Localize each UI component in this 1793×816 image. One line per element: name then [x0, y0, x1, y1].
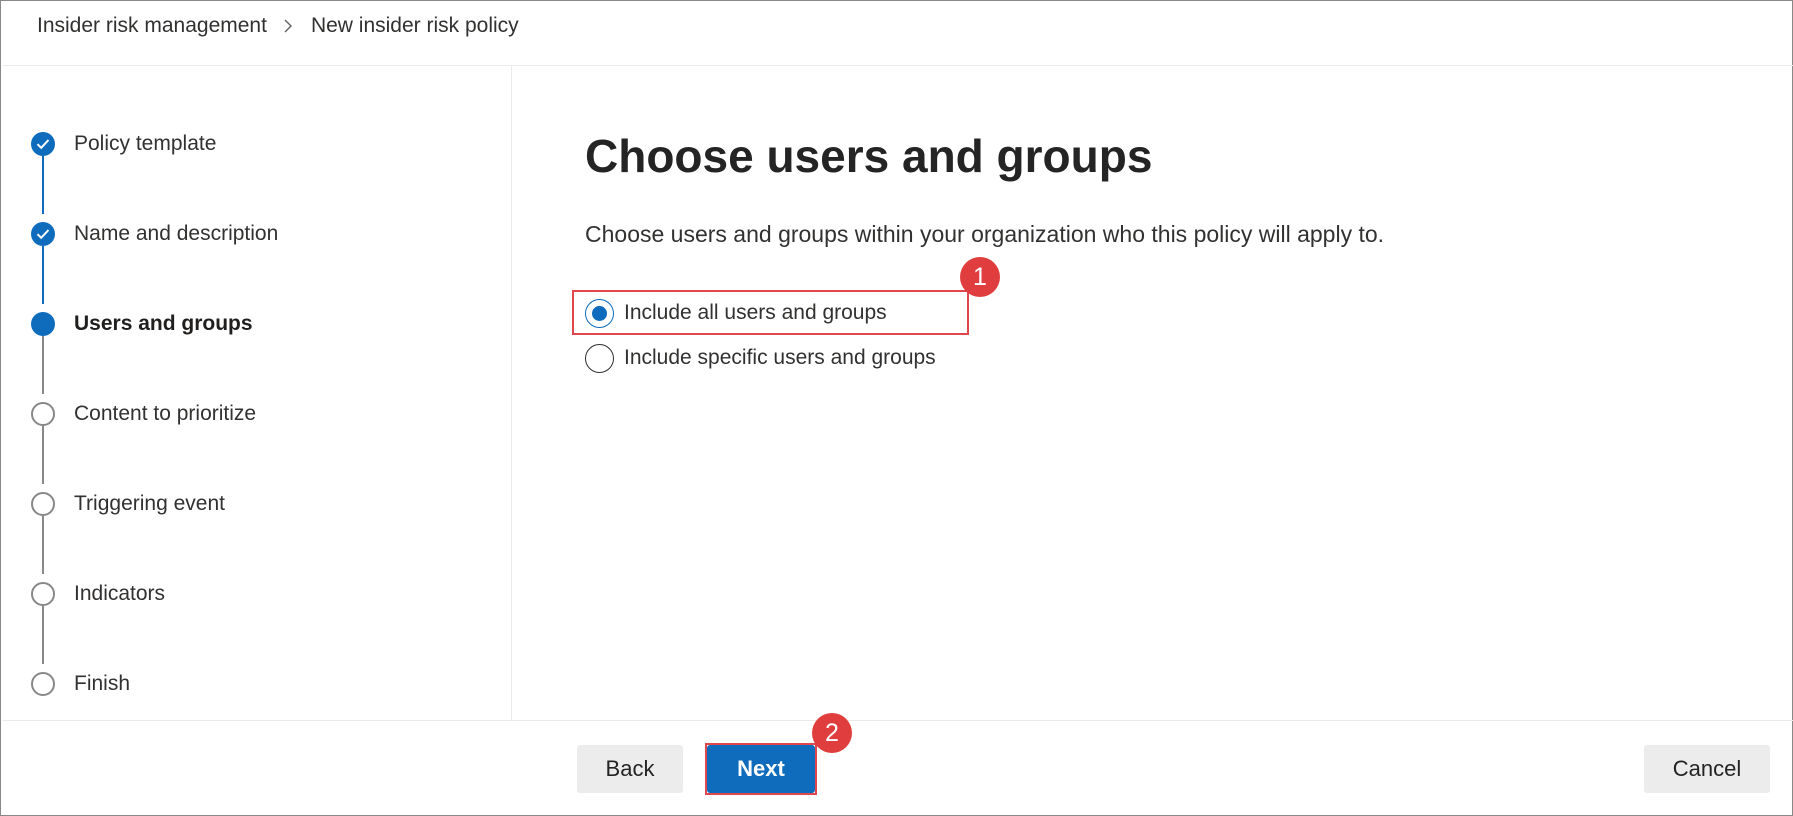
step-name-and-description[interactable]: Name and description [31, 221, 278, 247]
chevron-right-icon [283, 18, 293, 34]
header-divider [2, 65, 1793, 66]
step-label: Users and groups [74, 312, 253, 335]
step-connector [42, 516, 44, 574]
step-label: Triggering event [74, 492, 225, 515]
step-connector [42, 426, 44, 484]
step-connector [42, 606, 44, 664]
checkmark-icon [31, 222, 55, 246]
breadcrumb: Insider risk management New insider risk… [37, 11, 519, 41]
step-label: Indicators [74, 582, 166, 605]
radio-include-specific-users[interactable]: Include specific users and groups [585, 343, 936, 373]
back-button[interactable]: Back [577, 745, 683, 793]
step-label: Content to prioritize [74, 402, 257, 425]
pending-step-circle-icon [31, 492, 55, 516]
annotation-badge-2: 2 [812, 713, 852, 753]
step-policy-template[interactable]: Policy template [31, 131, 216, 157]
radio-label: Include specific users and groups [624, 346, 936, 369]
sidebar-divider [511, 66, 512, 720]
breadcrumb-insider-risk-management[interactable]: Insider risk management [37, 14, 267, 38]
pending-step-circle-icon [31, 672, 55, 696]
page-title: Choose users and groups [585, 130, 1153, 182]
footer-divider [2, 720, 1793, 721]
pending-step-circle-icon [31, 402, 55, 426]
step-label: Name and description [74, 222, 279, 245]
step-content-to-prioritize[interactable]: Content to prioritize [31, 401, 256, 427]
annotation-highlight-box [705, 743, 817, 795]
checkmark-icon [31, 132, 55, 156]
step-connector [42, 336, 44, 394]
step-indicators[interactable]: Indicators [31, 581, 165, 607]
step-label: Policy template [74, 132, 217, 155]
step-users-and-groups[interactable]: Users and groups [31, 311, 253, 337]
page-description: Choose users and groups within your orga… [585, 221, 1385, 247]
cancel-button[interactable]: Cancel [1644, 745, 1770, 793]
radio-button-unchecked[interactable] [585, 343, 614, 373]
pending-step-circle-icon [31, 582, 55, 606]
annotation-badge-1: 1 [960, 257, 1000, 297]
current-step-dot-icon [31, 312, 55, 336]
wizard-window: Insider risk management New insider risk… [0, 0, 1793, 816]
breadcrumb-new-insider-risk-policy: New insider risk policy [310, 14, 519, 37]
step-connector [42, 246, 44, 304]
step-connector [42, 156, 44, 214]
step-label: Finish [74, 672, 131, 695]
step-finish[interactable]: Finish [31, 671, 130, 697]
annotation-highlight-box [572, 290, 969, 335]
step-triggering-event[interactable]: Triggering event [31, 491, 225, 517]
